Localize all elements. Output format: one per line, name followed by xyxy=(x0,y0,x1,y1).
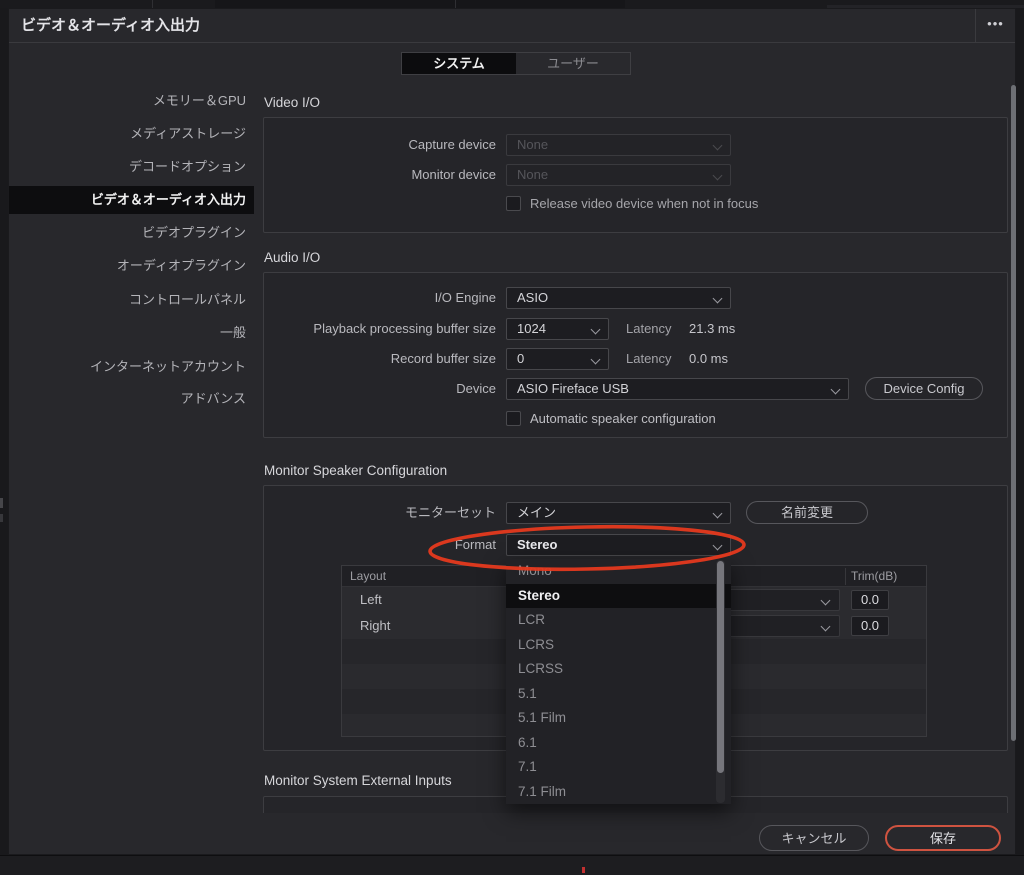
capture-device-select[interactable]: None xyxy=(506,134,731,156)
tab-bar: システム ユーザー xyxy=(401,52,631,75)
format-select[interactable]: Stereo xyxy=(506,534,731,556)
dropdown-scrollbar-thumb[interactable] xyxy=(717,561,724,773)
section-title-monitor-speaker: Monitor Speaker Configuration xyxy=(264,463,447,478)
background-app-strip xyxy=(0,855,1024,875)
chevron-down-icon xyxy=(821,622,831,632)
column-layout: Layout xyxy=(350,566,386,587)
chevron-down-icon xyxy=(713,294,723,304)
sidebar-item-internet-accounts[interactable]: インターネットアカウント xyxy=(9,353,254,381)
background-tab xyxy=(215,0,625,8)
device-value: ASIO Fireface USB xyxy=(517,381,629,396)
tab-user[interactable]: ユーザー xyxy=(516,53,630,74)
format-option[interactable]: 5.1 xyxy=(506,682,731,707)
format-option[interactable]: LCR xyxy=(506,608,731,633)
sidebar-item-memory-gpu[interactable]: メモリー＆GPU xyxy=(9,87,254,115)
playback-buffer-label: Playback processing buffer size xyxy=(249,318,496,340)
monitor-device-value: None xyxy=(517,167,548,182)
dialog-scrollbar-thumb[interactable] xyxy=(1011,85,1016,741)
record-buffer-label: Record buffer size xyxy=(249,348,496,370)
dialog-title: ビデオ＆オーディオ入出力 xyxy=(21,9,200,43)
chevron-down-icon xyxy=(591,325,601,335)
playback-latency-label: Latency xyxy=(626,318,672,340)
cancel-button[interactable]: キャンセル xyxy=(759,825,869,851)
background-edge-mark xyxy=(0,514,3,522)
format-option[interactable]: 5.1 Film xyxy=(506,706,731,731)
format-option[interactable]: LCRS xyxy=(506,633,731,658)
format-option[interactable]: 7.1 Film xyxy=(506,780,731,805)
section-title-video-io: Video I/O xyxy=(264,95,320,110)
divider xyxy=(845,568,846,585)
section-title-external-inputs: Monitor System External Inputs xyxy=(264,773,452,788)
sidebar-item-media-storage[interactable]: メディアストレージ xyxy=(9,120,254,148)
record-latency-value: 0.0 ms xyxy=(689,348,728,370)
monitor-set-label: モニターセット xyxy=(249,502,496,524)
playback-buffer-value: 1024 xyxy=(517,321,546,336)
layout-cell: Right xyxy=(360,613,390,639)
trim-field[interactable]: 0.0 xyxy=(851,590,889,610)
tab-system[interactable]: システム xyxy=(402,53,516,74)
sidebar-item-video-plugins[interactable]: ビデオプラグイン xyxy=(9,219,254,247)
format-option[interactable]: Mono xyxy=(506,559,731,584)
auto-speaker-config-checkbox[interactable] xyxy=(506,411,521,426)
chevron-down-icon xyxy=(831,385,841,395)
device-config-button[interactable]: Device Config xyxy=(865,377,983,400)
divider xyxy=(152,0,153,8)
playback-latency-value: 21.3 ms xyxy=(689,318,735,340)
monitor-device-label: Monitor device xyxy=(249,164,496,186)
io-engine-value: ASIO xyxy=(517,290,548,305)
chevron-down-icon xyxy=(713,141,723,151)
format-option-selected[interactable]: Stereo xyxy=(506,584,731,609)
format-option[interactable]: 7.1 xyxy=(506,755,731,780)
sidebar-item-control-panels[interactable]: コントロールパネル xyxy=(9,286,254,314)
format-value: Stereo xyxy=(517,537,557,552)
background-app-strip xyxy=(0,0,1024,8)
record-latency-label: Latency xyxy=(626,348,672,370)
format-option[interactable]: 6.1 xyxy=(506,731,731,756)
sidebar-item-audio-plugins[interactable]: オーディオプラグイン xyxy=(9,252,254,280)
device-select[interactable]: ASIO Fireface USB xyxy=(506,378,849,400)
chevron-down-icon xyxy=(821,596,831,606)
playhead-tick xyxy=(582,867,585,873)
format-option[interactable]: LCRSS xyxy=(506,657,731,682)
chevron-down-icon xyxy=(713,509,723,519)
chevron-down-icon xyxy=(591,355,601,365)
sidebar-item-decode-options[interactable]: デコードオプション xyxy=(9,153,254,181)
save-button[interactable]: 保存 xyxy=(885,825,1001,851)
io-engine-select[interactable]: ASIO xyxy=(506,287,731,309)
layout-cell: Left xyxy=(360,587,382,613)
trim-field[interactable]: 0.0 xyxy=(851,616,889,636)
title-bar: ビデオ＆オーディオ入出力 ••• xyxy=(9,9,1015,43)
preferences-dialog: ビデオ＆オーディオ入出力 ••• システム ユーザー メモリー＆GPU メディア… xyxy=(8,8,1016,855)
format-dropdown-list: Mono Stereo LCR LCRS LCRSS 5.1 5.1 Film … xyxy=(506,559,731,804)
monitor-set-value: メイン xyxy=(517,505,556,520)
record-buffer-select[interactable]: 0 xyxy=(506,348,609,370)
sidebar-item-video-audio-io[interactable]: ビデオ＆オーディオ入出力 xyxy=(9,186,254,214)
chevron-down-icon xyxy=(713,541,723,551)
rename-button[interactable]: 名前変更 xyxy=(746,501,868,524)
sidebar-item-general[interactable]: 一般 xyxy=(9,319,254,347)
format-label: Format xyxy=(249,534,496,556)
column-trim: Trim(dB) xyxy=(851,566,897,587)
section-title-audio-io: Audio I/O xyxy=(264,250,320,265)
monitor-device-select[interactable]: None xyxy=(506,164,731,186)
capture-device-value: None xyxy=(517,137,548,152)
divider xyxy=(455,0,456,8)
release-video-device-checkbox[interactable] xyxy=(506,196,521,211)
chevron-down-icon xyxy=(713,171,723,181)
ellipsis-menu-icon[interactable]: ••• xyxy=(975,9,1015,43)
playback-buffer-select[interactable]: 1024 xyxy=(506,318,609,340)
record-buffer-value: 0 xyxy=(517,351,524,366)
auto-speaker-config-label: Automatic speaker configuration xyxy=(530,411,716,427)
device-label: Device xyxy=(249,378,496,400)
background-edge-mark xyxy=(0,498,3,508)
monitor-set-select[interactable]: メイン xyxy=(506,502,731,524)
capture-device-label: Capture device xyxy=(249,134,496,156)
sidebar-item-advanced[interactable]: アドバンス xyxy=(9,385,254,413)
release-video-device-label: Release video device when not in focus xyxy=(530,196,758,212)
io-engine-label: I/O Engine xyxy=(249,287,496,309)
